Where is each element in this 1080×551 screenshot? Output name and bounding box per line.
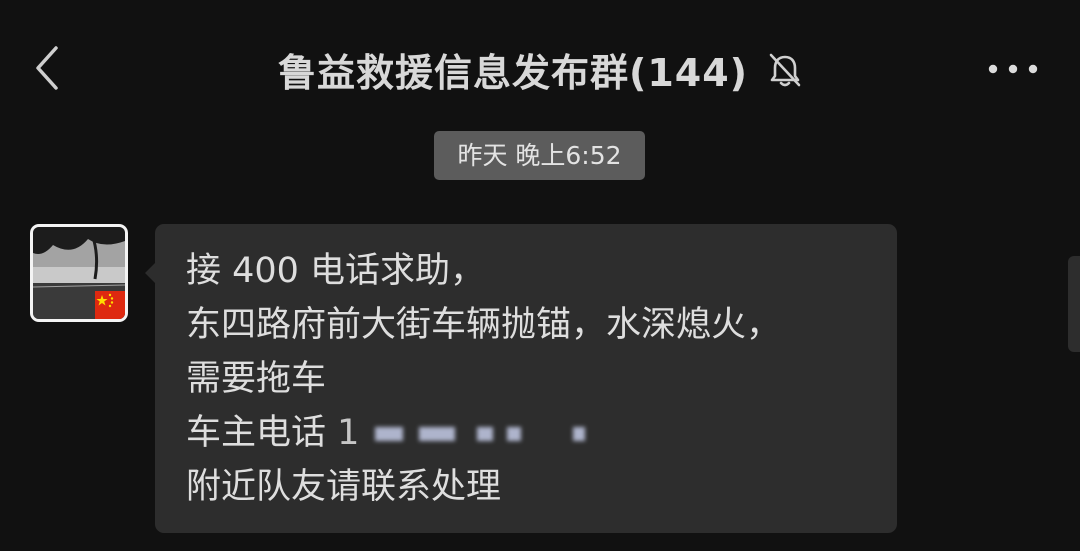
message-line: 附近队友请联系处理 <box>186 467 502 507</box>
ellipsis-icon <box>988 64 1038 74</box>
message-line: 需要拖车 <box>186 359 327 399</box>
more-options-button[interactable] <box>986 56 1040 82</box>
china-flag-icon <box>95 291 125 319</box>
page-title: 鲁益救援信息发布群(144) <box>277 51 749 95</box>
redacted-phone-digits <box>573 427 586 441</box>
message-line: 接 400 电话求助， <box>186 251 486 291</box>
offscreen-bubble-edge <box>1068 256 1080 352</box>
phone-number-prefix: 1 <box>337 413 360 453</box>
back-button[interactable] <box>28 44 68 92</box>
chat-title-bar: 鲁益救援信息发布群(144) <box>0 42 1080 97</box>
phone-label: 车主电话 <box>186 413 327 453</box>
message-line: 东四路府前大街车辆抛锚，水深熄火， <box>186 305 782 345</box>
redacted-phone-digits <box>477 427 494 441</box>
redacted-phone-digits <box>375 427 404 441</box>
avatar-photo <box>33 227 125 319</box>
bell-off-icon <box>769 53 801 86</box>
chat-screen: 鲁益救援信息发布群(144) 昨天 晚上6:52 接 400 电话求助， 东四路… <box>0 0 1080 551</box>
redacted-phone-digits <box>507 427 522 441</box>
chevron-left-icon <box>36 46 58 90</box>
message-bubble[interactable]: 接 400 电话求助， 东四路府前大街车辆抛锚，水深熄火， 需要拖车 车主电话 … <box>145 224 897 533</box>
bubble-tail <box>145 262 156 284</box>
sender-avatar[interactable] <box>30 224 128 322</box>
redacted-phone-digits <box>419 427 456 441</box>
message-timestamp: 昨天 晚上6:52 <box>434 131 645 180</box>
phone-line: 车主电话 1 <box>186 406 877 460</box>
